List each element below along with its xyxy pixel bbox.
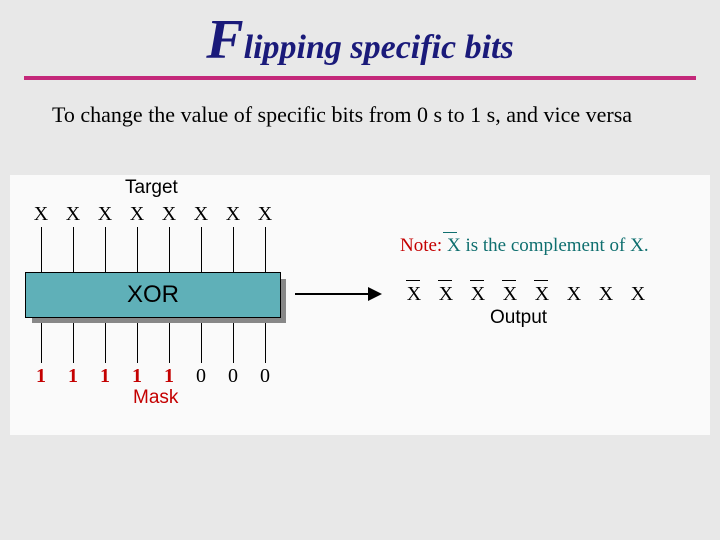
xor-diagram: Target X X X X X X X X XOR bbox=[10, 175, 710, 435]
mask-bit: 0 bbox=[185, 365, 217, 388]
mask-bit: 1 bbox=[121, 365, 153, 388]
connector-line bbox=[201, 323, 202, 363]
output-bit: X bbox=[526, 283, 558, 306]
title-underline bbox=[24, 76, 696, 80]
connector-line bbox=[105, 323, 106, 363]
arrow-icon bbox=[295, 293, 380, 295]
target-bit: X bbox=[185, 203, 217, 226]
target-bit: X bbox=[153, 203, 185, 226]
note-text: Note: X is the complement of X. bbox=[400, 235, 649, 257]
connector-line bbox=[169, 227, 170, 272]
output-bit: X bbox=[590, 283, 622, 306]
connector-line bbox=[201, 227, 202, 272]
mask-bit: 1 bbox=[89, 365, 121, 388]
mask-bit: 1 bbox=[153, 365, 185, 388]
note-body-a: is the complement of bbox=[461, 235, 630, 256]
mask-bit: 0 bbox=[249, 365, 281, 388]
connector-line bbox=[73, 227, 74, 272]
slide-title: Flipping specific bits bbox=[0, 0, 720, 72]
target-bit: X bbox=[89, 203, 121, 226]
mask-bit: 1 bbox=[25, 365, 57, 388]
connector-line bbox=[105, 227, 106, 272]
output-bits: X X X X X X X X bbox=[398, 283, 654, 306]
connector-line bbox=[41, 227, 42, 272]
connector-line bbox=[41, 323, 42, 363]
connector-line bbox=[73, 323, 74, 363]
mask-bit: 1 bbox=[57, 365, 89, 388]
target-bit: X bbox=[217, 203, 249, 226]
output-label: Output bbox=[490, 307, 547, 329]
connector-line bbox=[169, 323, 170, 363]
connector-line bbox=[233, 323, 234, 363]
target-bit: X bbox=[249, 203, 281, 226]
connector-line bbox=[265, 227, 266, 272]
target-bit: X bbox=[121, 203, 153, 226]
target-bits: X X X X X X X X bbox=[25, 203, 281, 226]
output-bit: X bbox=[398, 283, 430, 306]
note-body-b: X bbox=[630, 235, 644, 256]
mask-bit: 0 bbox=[217, 365, 249, 388]
connector-line bbox=[137, 323, 138, 363]
slide: Flipping specific bits To change the val… bbox=[0, 0, 720, 540]
target-bit: X bbox=[25, 203, 57, 226]
xor-box: XOR bbox=[25, 272, 281, 318]
body-text: To change the value of specific bits fro… bbox=[52, 102, 668, 128]
output-bit: X bbox=[430, 283, 462, 306]
connector-line bbox=[137, 227, 138, 272]
note-xbar: X bbox=[442, 235, 460, 257]
xor-label: XOR bbox=[127, 281, 179, 309]
title-rest: lipping specific bits bbox=[244, 29, 514, 66]
connector-line bbox=[233, 227, 234, 272]
mask-bits: 1 1 1 1 1 0 0 0 bbox=[25, 365, 281, 388]
output-bit: X bbox=[462, 283, 494, 306]
target-bit: X bbox=[57, 203, 89, 226]
note-prefix: Note: bbox=[400, 235, 442, 256]
title-initial: F bbox=[206, 9, 243, 71]
output-bit: X bbox=[622, 283, 654, 306]
connector-line bbox=[265, 323, 266, 363]
mask-label: Mask bbox=[133, 387, 178, 409]
output-bit: X bbox=[494, 283, 526, 306]
target-label: Target bbox=[125, 177, 178, 199]
output-bit: X bbox=[558, 283, 590, 306]
note-body-c: . bbox=[644, 235, 649, 256]
